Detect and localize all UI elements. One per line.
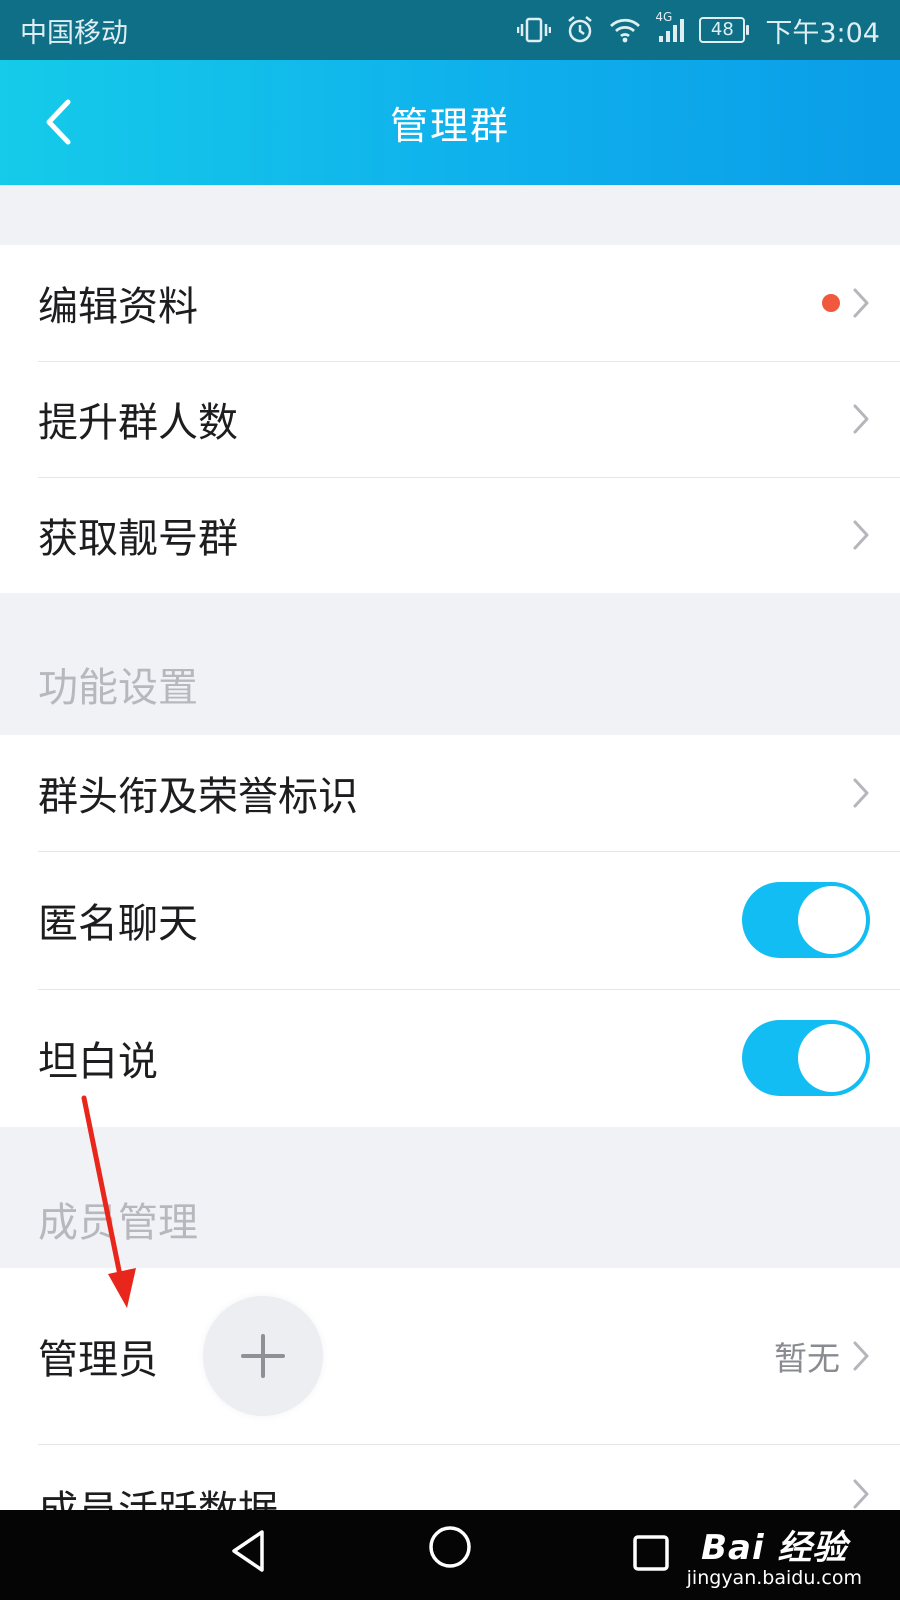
list-item-premium-number[interactable]: 获取靓号群 — [0, 477, 900, 593]
list-item-label: 获取靓号群 — [38, 516, 238, 562]
list-item-label: 坦白说 — [38, 1039, 158, 1085]
group-basic-card: 编辑资料 提升群人数 获取靓号群 — [0, 245, 900, 593]
network-type: 4G — [655, 10, 673, 24]
list-item-label: 群头衔及荣誉标识 — [38, 774, 358, 820]
add-admin-button[interactable] — [203, 1296, 323, 1416]
status-bar: 中国移动 4G 48 下午3:04 — [0, 0, 900, 60]
list-item-upgrade-members[interactable]: 提升群人数 — [0, 361, 900, 477]
toggle-knob — [798, 1024, 866, 1092]
list-item-label: 成员活跃数据 — [38, 1478, 852, 1510]
back-button[interactable] — [28, 87, 88, 157]
battery-level: 48 — [710, 19, 734, 40]
group-feature-card: 群头衔及荣誉标识 匿名聊天 坦白说 — [0, 735, 900, 1127]
chevron-right-icon — [852, 1340, 870, 1372]
square-recents-icon — [633, 1535, 669, 1571]
chevron-right-icon — [852, 403, 870, 435]
nav-back-button[interactable] — [228, 1528, 268, 1578]
wifi-icon — [609, 16, 641, 44]
nav-recents-button[interactable] — [632, 1534, 670, 1576]
chevron-left-icon — [46, 99, 71, 145]
chevron-right-icon — [852, 777, 870, 809]
status-icons: 4G 48 下午3:04 — [517, 10, 880, 50]
plus-icon — [241, 1334, 285, 1378]
signal-icon: 4G — [655, 10, 685, 44]
triangle-back-icon — [232, 1530, 264, 1572]
section-header-feature-settings: 功能设置 — [38, 665, 198, 711]
list-item-label: 编辑资料 — [38, 284, 198, 330]
list-item-label: 提升群人数 — [38, 400, 238, 446]
notification-dot — [822, 294, 840, 312]
carrier-name: 中国移动 — [20, 17, 128, 49]
baidu-watermark: Bai 经验 jingyan.baidu.com — [687, 1520, 862, 1589]
annotation-arrow-icon — [81, 1095, 136, 1308]
clock: 下午3:04 — [765, 17, 880, 49]
system-navigation-bar: Bai 经验 jingyan.baidu.com — [0, 1510, 900, 1600]
battery-icon: 48 — [699, 17, 750, 43]
admin-status-value: 暂无 — [774, 1339, 840, 1378]
list-item-anonymous-chat: 匿名聊天 — [0, 851, 900, 989]
watermark-brand: Bai 经验 — [701, 1528, 848, 1568]
honest-talk-toggle[interactable] — [742, 1020, 870, 1096]
list-item-titles-honors[interactable]: 群头衔及荣誉标识 — [0, 735, 900, 851]
list-item-edit-profile[interactable]: 编辑资料 — [0, 245, 900, 361]
vibrate-icon — [517, 16, 552, 44]
list-item-label: 管理员 — [38, 1337, 158, 1383]
anonymous-chat-toggle[interactable] — [742, 882, 870, 958]
chevron-right-icon — [852, 519, 870, 551]
chevron-right-icon — [852, 287, 870, 319]
page-title: 管理群 — [389, 104, 510, 148]
list-item-label: 匿名聊天 — [38, 901, 198, 947]
title-bar: 管理群 — [0, 60, 900, 185]
watermark-url: jingyan.baidu.com — [686, 1567, 862, 1589]
chevron-right-icon — [852, 1478, 870, 1510]
list-item-member-activity[interactable]: 成员活跃数据 — [0, 1444, 900, 1510]
nav-home-button[interactable] — [427, 1524, 473, 1574]
alarm-icon — [565, 15, 595, 45]
circle-home-icon — [429, 1526, 471, 1568]
toggle-knob — [798, 886, 866, 954]
